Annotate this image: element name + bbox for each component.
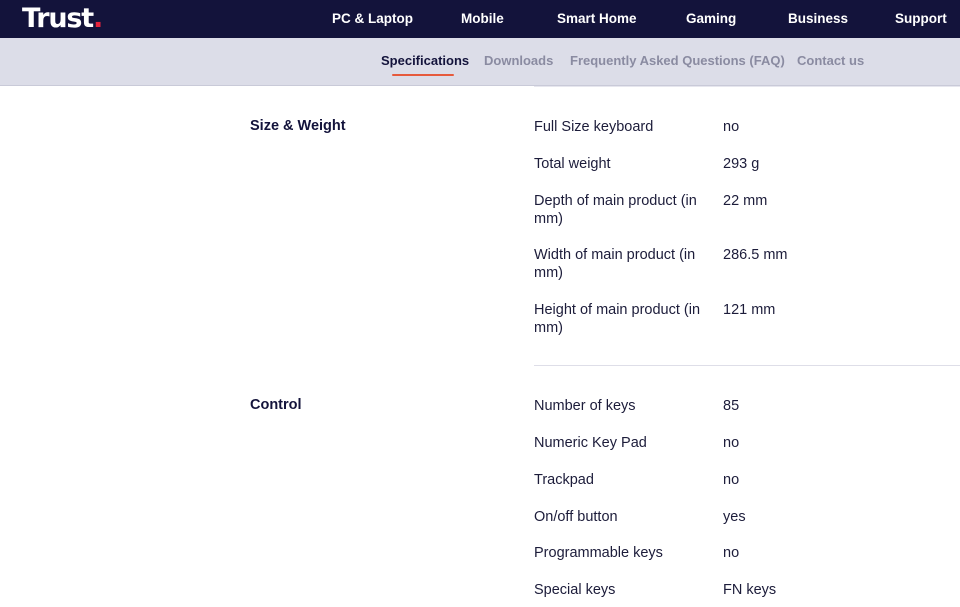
- spec-label: Number of keys: [534, 398, 636, 414]
- spec-label: Height of main product (in mm): [534, 302, 701, 336]
- spec-value: no: [723, 119, 740, 135]
- nav-mobile[interactable]: Mobile: [461, 0, 504, 38]
- section-title: Size & Weight: [250, 118, 346, 134]
- spec-label: Full Size keyboard: [534, 119, 654, 135]
- spec-label: Special keys: [534, 582, 616, 598]
- section-title: Control: [250, 397, 302, 413]
- content-top-divider: [534, 86, 960, 87]
- logo-text: Trust: [22, 3, 94, 34]
- spec-label: Depth of main product (in mm): [534, 193, 697, 227]
- tab-downloads[interactable]: Downloads: [484, 38, 553, 86]
- product-subnav: Specifications Downloads Frequently Aske…: [0, 38, 960, 86]
- spec-value: 121 mm: [723, 302, 776, 318]
- spec-label: Programmable keys: [534, 545, 663, 561]
- spec-value: no: [723, 435, 740, 451]
- spec-value: no: [723, 472, 740, 488]
- spec-value: 293 g: [723, 156, 760, 172]
- spec-label: Numeric Key Pad: [534, 435, 647, 451]
- nav-smart-home[interactable]: Smart Home: [557, 0, 637, 38]
- spec-label: Total weight: [534, 156, 611, 172]
- logo-dot: .: [92, 3, 103, 34]
- spec-value: 22 mm: [723, 193, 768, 209]
- spec-value: 286.5 mm: [723, 247, 788, 263]
- tab-faq[interactable]: Frequently Asked Questions (FAQ): [570, 38, 785, 86]
- nav-pc-laptop[interactable]: PC & Laptop: [332, 0, 413, 38]
- top-navigation-bar: Trust. PC & Laptop Mobile Smart Home Gam…: [0, 0, 960, 38]
- spec-value: 85: [723, 398, 740, 414]
- spec-value: FN keys: [723, 582, 777, 598]
- section-divider: [534, 365, 960, 366]
- spec-value: no: [723, 545, 740, 561]
- trust-logo[interactable]: Trust.: [22, 3, 103, 35]
- spec-value: yes: [723, 509, 746, 525]
- nav-support[interactable]: Support: [895, 0, 947, 38]
- spec-label: Width of main product (in mm): [534, 247, 696, 281]
- nav-business[interactable]: Business: [788, 0, 848, 38]
- spec-label: Trackpad: [534, 472, 594, 488]
- active-tab-underline: [392, 74, 454, 76]
- tab-specifications[interactable]: Specifications: [381, 38, 469, 86]
- nav-gaming[interactable]: Gaming: [686, 0, 736, 38]
- spec-label: On/off button: [534, 509, 618, 525]
- tab-contact-us[interactable]: Contact us: [797, 38, 864, 86]
